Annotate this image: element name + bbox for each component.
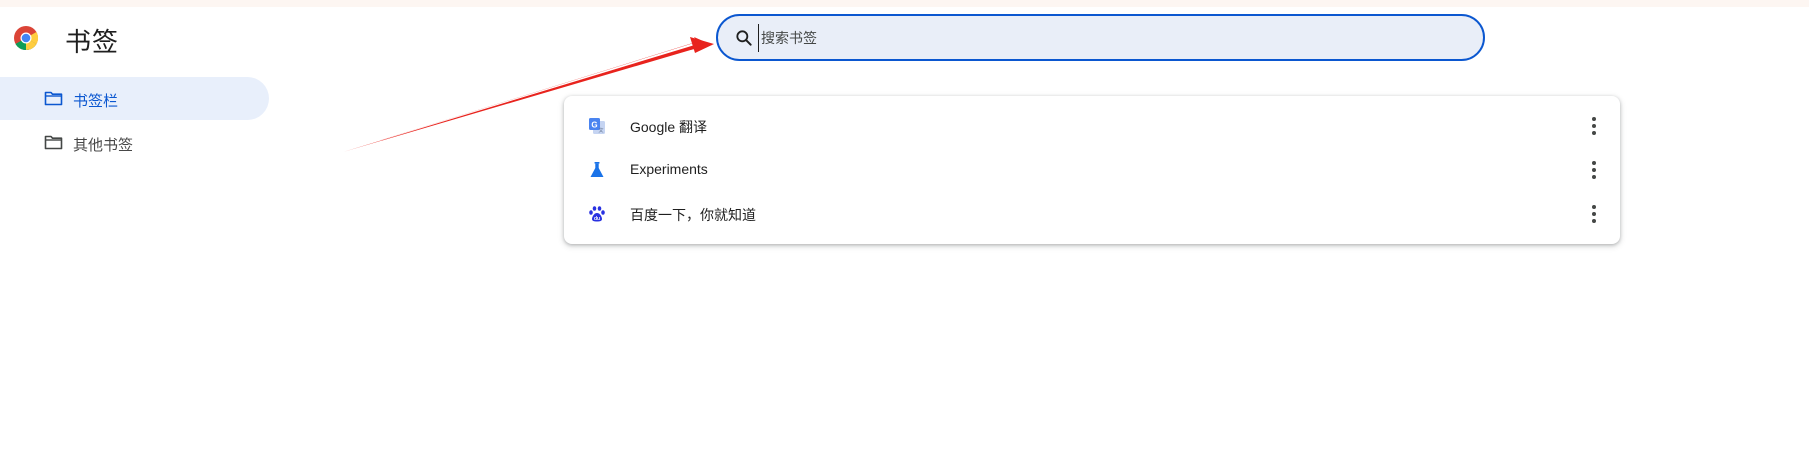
sidebar-item-label: 其他书签 bbox=[73, 137, 134, 154]
dot bbox=[1592, 219, 1596, 223]
svg-text:文: 文 bbox=[598, 127, 603, 134]
more-options-button[interactable] bbox=[1580, 200, 1608, 228]
dot bbox=[1592, 175, 1596, 179]
dot bbox=[1592, 117, 1596, 121]
sidebar-item-bookmarks-bar[interactable]: 书签栏 bbox=[0, 77, 269, 120]
search-input[interactable] bbox=[758, 24, 1458, 52]
bookmark-row[interactable]: du 百度一下，你就知道 bbox=[564, 192, 1620, 236]
svg-text:du: du bbox=[594, 216, 600, 222]
page-title: 书签 bbox=[65, 27, 120, 57]
search-icon bbox=[736, 30, 752, 46]
sidebar-item-label: 书签栏 bbox=[73, 93, 119, 110]
bookmark-title: 百度一下，你就知道 bbox=[630, 207, 756, 223]
flask-icon bbox=[590, 162, 604, 177]
bookmark-row[interactable]: G 文 Google 翻译 bbox=[564, 104, 1620, 148]
more-options-button[interactable] bbox=[1580, 156, 1608, 184]
dot bbox=[1592, 161, 1596, 165]
svg-text:G: G bbox=[591, 121, 597, 130]
chrome-logo-icon bbox=[14, 26, 38, 50]
dot bbox=[1592, 131, 1596, 135]
dot bbox=[1592, 168, 1596, 172]
folder-icon bbox=[44, 91, 63, 106]
bookmark-title: Google 翻译 bbox=[630, 119, 708, 135]
dot bbox=[1592, 124, 1596, 128]
dot bbox=[1592, 205, 1596, 209]
google-translate-icon: G 文 bbox=[589, 118, 605, 134]
sidebar-item-other-bookmarks[interactable]: 其他书签 bbox=[0, 121, 269, 164]
folder-icon bbox=[44, 135, 63, 150]
top-strip bbox=[0, 0, 1809, 7]
bookmark-title: Experiments bbox=[630, 161, 708, 177]
search-box[interactable] bbox=[716, 14, 1485, 61]
dot bbox=[1592, 212, 1596, 216]
bookmark-list: G 文 Google 翻译 Experiments du 百度一下，你就知道 bbox=[564, 96, 1620, 244]
bookmark-row[interactable]: Experiments bbox=[564, 148, 1620, 192]
baidu-paw-icon: du bbox=[589, 206, 605, 222]
more-options-button[interactable] bbox=[1580, 112, 1608, 140]
